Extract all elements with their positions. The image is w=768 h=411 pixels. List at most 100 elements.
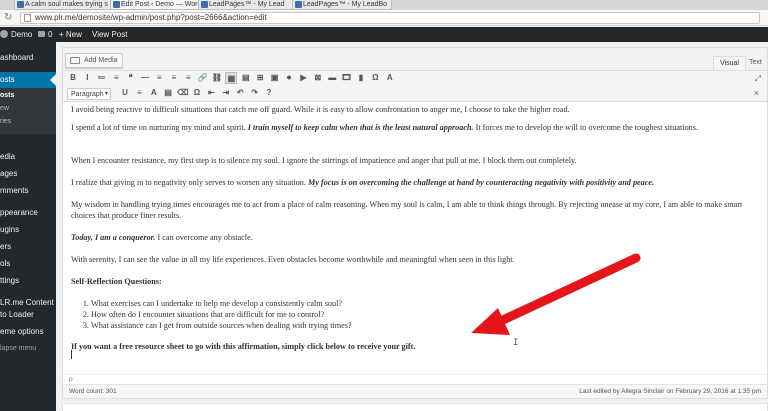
toolbar-button[interactable]: ≡ [133,87,145,99]
chevron-down-icon: ▾ [104,91,108,97]
paragraph-6: Today, I am a conqueror. I can overcome … [71,233,253,242]
toolbar-button[interactable]: ▦ [225,72,238,84]
paragraph-1: I avoid being reactive to difficult situ… [71,105,570,114]
toolbar-button[interactable]: 🔗 [197,72,209,84]
toolbar-button[interactable]: ⌫ [177,87,189,99]
toolbar-button[interactable]: A [148,87,160,99]
sidebar-item-plr-loader[interactable]: to Loader [0,307,56,323]
toolbar-button[interactable]: ⇥ [220,87,232,99]
toolbar-button[interactable]: ▬ [326,72,338,84]
toolbar-button[interactable]: ⏺ [283,72,295,84]
wp-admin-bar: Demo 0 + New View Post [0,27,768,42]
format-select[interactable]: Paragraph ▾ [67,88,111,100]
paragraph-7: With serenity, I can see the value in al… [71,255,515,264]
toolbar-button[interactable]: B [67,72,79,84]
sidebar-item-posts[interactable]: osts [0,72,56,88]
toolbar-button[interactable]: 🎞 [341,72,353,84]
toolbar-button[interactable]: U [119,87,131,99]
sidebar-item-users[interactable]: ers [0,239,56,255]
sidebar-item-settings[interactable]: ttings [0,273,56,289]
browser-tab-1[interactable]: A calm soul makes trying s [14,0,114,10]
browser-tab-2[interactable]: Edit Post ‹ Demo — Word [110,0,202,10]
toolbar-button[interactable]: ↶ [234,87,246,99]
add-media-button[interactable]: Add Media [65,53,124,68]
toolbar-button[interactable]: Ω [191,87,203,99]
current-menu-arrow [50,74,56,86]
sidebar-item-comments[interactable]: mments [0,183,56,199]
toolbar-button[interactable]: I [81,72,93,84]
toolbar-button[interactable]: ⇤ [205,87,217,99]
questions-list: What exercises can I undertake to help m… [91,298,761,331]
fullscreen-icon[interactable]: ⤢ [755,74,761,84]
ibeam-cursor-icon: I [513,338,519,348]
reload-icon[interactable]: ↻ [4,12,12,24]
text-cursor [71,350,72,359]
toolbar-button[interactable]: ▤ [162,87,174,99]
page-icon [24,14,31,22]
close-icon[interactable]: × [754,88,759,98]
toolbar-button[interactable]: — [139,72,151,84]
toolbar-button[interactable]: ⊠ [312,72,324,84]
paragraph-3: When I encounter resistance, my first st… [71,156,577,165]
last-edited: Last edited by Allegra Sinclair on Febru… [579,388,761,395]
browser-tab-4[interactable]: LeadPages™ - My LeadBo [292,0,392,10]
admin-bar-comments[interactable]: 0 [38,27,52,42]
paragraph-2: I spend a lot of time on nurturing my mi… [71,123,698,132]
tab-favicon-icon [295,1,302,8]
list-item: How often do I encounter situations that… [91,309,761,320]
tab-favicon-icon [201,1,208,8]
tab-visual[interactable]: Visual [713,56,746,70]
toolbar-button[interactable]: ≡ [168,72,180,84]
toolbar-button[interactable]: ▮ [355,72,367,84]
submenu-categories[interactable]: ries [0,118,11,125]
home-icon [0,30,8,38]
sidebar-item-media[interactable]: edia [0,149,56,165]
toolbar-button[interactable]: ▶ [297,72,309,84]
word-count: Word count: 301 [69,388,117,395]
list-item: What exercises can I undertake to help m… [91,298,761,309]
tab-favicon-icon [113,1,120,8]
editor-status-bar: Word count: 301 Last edited by Allegra S… [63,384,767,398]
toolbar-button[interactable]: ≡ [110,72,122,84]
address-bar: ↻ www.plr.me/demosite/wp-admin/post.php?… [0,10,768,26]
admin-bar-site[interactable]: Demo [0,27,32,42]
admin-bar-new[interactable]: + New [59,27,82,42]
toolbar-button[interactable]: A [384,72,396,84]
toolbar-button[interactable]: ▤ [240,72,252,84]
admin-sidebar: ashboard osts osts ew ries edia ages mme… [0,42,56,411]
tab-text[interactable]: Text [743,56,768,70]
toolbar-button[interactable]: ? [263,87,275,99]
sidebar-item-plugins[interactable]: ugins [0,222,56,238]
cta-paragraph: If you want a free resource sheet to go … [71,342,416,351]
list-item: What assistance can I get from outside s… [91,320,761,331]
post-editor: Add Media Visual Text B I ≔ ≡ ❝ — ≡ ≡ ≡ 🔗 ⛓ ▦ ▤ ⊞ ▣ ⏺ ▶ ⊠… [62,47,768,399]
toolbar-button[interactable]: ⛓ [211,72,223,84]
browser-tab-3[interactable]: LeadPages™ - My Lead [198,0,296,10]
sidebar-item-theme-options[interactable]: eme options [0,324,56,340]
sidebar-item-pages[interactable]: ages [0,166,56,182]
sidebar-item-dashboard[interactable]: ashboard [0,50,56,66]
toolbar-button[interactable]: ≡ [182,72,194,84]
submenu-add-new[interactable]: ew [0,105,9,112]
submenu-all-posts[interactable]: osts [0,92,14,99]
editor-toolbar: B I ≔ ≡ ❝ — ≡ ≡ ≡ 🔗 ⛓ ▦ ▤ ⊞ ▣ ⏺ ▶ ⊠ ▬ 🎞 ▮ Ω A Paragraph ▾ U ≡ A ▤… [63,70,767,102]
toolbar-button[interactable]: ⊞ [254,72,266,84]
sidebar-item-appearance[interactable]: ppearance [0,205,56,221]
posts-submenu: osts ew ries [0,88,56,134]
toolbar-button[interactable]: Ω [369,72,381,84]
toolbar-button[interactable]: ▣ [269,72,281,84]
toolbar-row-2: Paragraph ▾ U ≡ A ▤ ⌫ Ω ⇤ ⇥ ↶ ↷? [67,87,727,101]
admin-bar-view-post[interactable]: View Post [92,27,127,42]
toolbar-row-1: B I ≔ ≡ ❝ — ≡ ≡ ≡ 🔗 ⛓ ▦ ▤ ⊞ ▣ ⏺ ▶ ⊠ ▬ 🎞 ▮ Ω A [67,72,727,86]
sidebar-item-tools[interactable]: ols [0,256,56,272]
element-path: p [63,374,767,384]
toolbar-button[interactable]: ❝ [125,72,137,84]
sidebar-collapse-menu[interactable]: lapse menu [0,341,56,357]
toolbar-button[interactable]: ≡ [153,72,165,84]
editor-top-bar: Add Media Visual Text [63,48,767,70]
toolbar-button[interactable]: ↷ [249,87,261,99]
url-input[interactable]: www.plr.me/demosite/wp-admin/post.php?po… [20,12,760,24]
tab-favicon-icon [17,1,24,8]
toolbar-button[interactable]: ≔ [96,72,108,84]
browser-tab-strip: A calm soul makes trying s Edit Post ‹ D… [0,0,768,10]
